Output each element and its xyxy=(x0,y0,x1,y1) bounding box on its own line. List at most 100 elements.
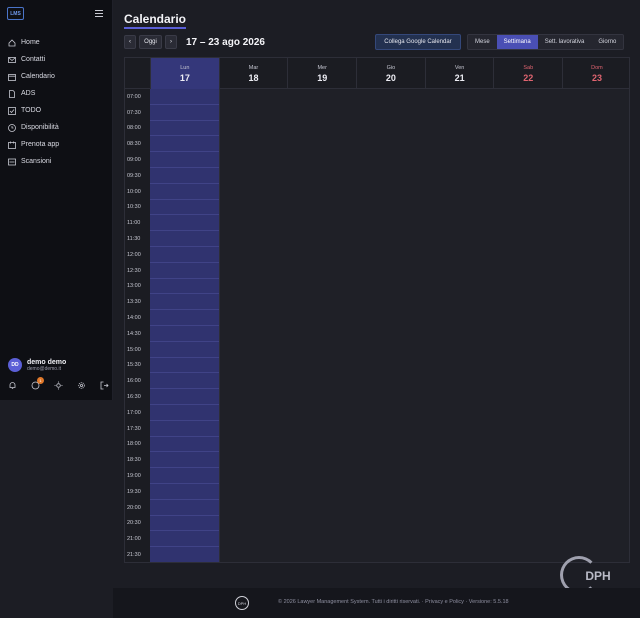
time-slot[interactable] xyxy=(150,200,219,216)
time-slot[interactable] xyxy=(150,184,219,200)
day-header-fri[interactable]: Ven 21 xyxy=(424,58,494,89)
time-slot[interactable] xyxy=(150,263,219,279)
page-title: Calendario xyxy=(124,12,187,29)
time-slot[interactable] xyxy=(150,547,219,562)
sidebar-item-ads[interactable]: ADS xyxy=(0,85,113,102)
day-date: 21 xyxy=(454,72,465,83)
menu-toggle-icon[interactable] xyxy=(95,10,103,17)
view-week[interactable]: Settimana xyxy=(496,35,538,49)
day-header-mon[interactable]: Lun 17 xyxy=(150,58,219,89)
day-header-sun[interactable]: Dom 23 xyxy=(562,58,629,89)
time-gutter: 07:00 07:30 08:00 08:30 09:00 09:30 10:00 10:30… xyxy=(125,89,150,562)
day-header-sat[interactable]: Sab 22 xyxy=(493,58,562,89)
sidebar-actions: 1 xyxy=(8,377,123,390)
next-week-button[interactable]: › xyxy=(165,35,177,49)
week-body[interactable] xyxy=(219,89,629,562)
day-header-thu[interactable]: Gio 20 xyxy=(356,58,425,89)
time-slot[interactable] xyxy=(150,231,219,247)
view-day[interactable]: Giorno xyxy=(591,35,623,49)
sidebar-item-calendario[interactable]: Calendario xyxy=(0,68,113,85)
time-slot[interactable] xyxy=(150,500,219,516)
clock-icon xyxy=(8,123,16,132)
time-slot[interactable] xyxy=(150,279,219,295)
time-slot[interactable] xyxy=(150,421,219,437)
day-date: 23 xyxy=(591,72,602,83)
time-slot[interactable] xyxy=(150,294,219,311)
notification-badge: 1 xyxy=(37,377,44,384)
time-slot[interactable] xyxy=(150,89,219,105)
user-profile[interactable]: DD demo demo demo@demo.it xyxy=(8,358,66,372)
time-gutter-header xyxy=(125,58,150,89)
time-label: 17:00 xyxy=(127,409,141,416)
sidebar-item-contatti[interactable]: Contatti xyxy=(0,51,113,68)
day-header-wed[interactable]: Mer 19 xyxy=(287,58,356,89)
time-slot[interactable] xyxy=(150,247,219,263)
time-label: 18:00 xyxy=(127,441,141,448)
footer-text: © 2026 Lawyer Management System. Tutti i… xyxy=(278,599,509,605)
day-date: 18 xyxy=(248,72,259,83)
time-slot[interactable] xyxy=(150,168,219,184)
time-slot[interactable] xyxy=(150,215,219,232)
sidebar-item-home[interactable]: Home xyxy=(0,34,113,51)
time-label: 19:00 xyxy=(127,473,141,480)
sidebar-item-todo[interactable]: TODO xyxy=(0,102,113,119)
home-icon xyxy=(8,38,16,47)
time-slot[interactable] xyxy=(150,136,219,153)
time-label: 09:00 xyxy=(127,157,141,164)
google-calendar-button[interactable]: Collega Google Calendar xyxy=(375,34,461,50)
time-label: 07:00 xyxy=(127,93,141,100)
prev-week-button[interactable]: ‹ xyxy=(124,35,136,49)
time-slot[interactable] xyxy=(150,437,219,453)
time-label: 07:30 xyxy=(127,109,141,116)
sidebar-item-disponibilita[interactable]: Disponibilità xyxy=(0,119,113,136)
time-slot[interactable] xyxy=(150,516,219,532)
time-slot[interactable] xyxy=(150,152,219,168)
gear-icon[interactable] xyxy=(77,381,86,390)
day-name: Gio xyxy=(386,64,396,71)
activity-icon[interactable]: 1 xyxy=(31,377,44,390)
time-slot[interactable] xyxy=(150,468,219,484)
time-label: 11:00 xyxy=(127,220,141,227)
time-slot[interactable] xyxy=(150,452,219,469)
time-label: 21:30 xyxy=(127,552,141,558)
time-slot[interactable] xyxy=(150,531,219,548)
time-label: 14:30 xyxy=(127,330,141,337)
day-name: Sab xyxy=(523,64,534,71)
day-date: 22 xyxy=(523,72,534,83)
today-column[interactable] xyxy=(150,89,219,562)
calendar-header-row: Lun 17 Mar 18 Mer 19 Gio 20 Ven 21 Sab 22 Dom 2… xyxy=(125,58,629,89)
week-calendar: Lun 17 Mar 18 Mer 19 Gio 20 Ven 21 Sab 22 Dom 2… xyxy=(124,57,630,563)
app-logo[interactable]: LMS xyxy=(7,7,24,20)
day-header-tue[interactable]: Mar 18 xyxy=(218,58,288,89)
time-label: 13:00 xyxy=(127,283,141,290)
time-slot[interactable] xyxy=(150,358,219,374)
logout-icon[interactable] xyxy=(100,381,109,390)
time-slot[interactable] xyxy=(150,342,219,358)
user-name: demo demo xyxy=(27,358,67,366)
file-icon xyxy=(8,89,16,98)
time-slot[interactable] xyxy=(150,326,219,342)
view-workweek[interactable]: Sett. lavorativa xyxy=(538,35,592,49)
day-name: Ven xyxy=(454,64,465,71)
time-slot[interactable] xyxy=(150,105,219,121)
time-label: 10:00 xyxy=(127,188,141,195)
sidebar-item-prenota-app[interactable]: Prenota app xyxy=(0,136,113,153)
time-slot[interactable] xyxy=(150,389,219,405)
sidebar-item-label: Calendario xyxy=(21,73,55,80)
time-label: 12:30 xyxy=(127,267,141,274)
day-date: 20 xyxy=(385,72,396,83)
sidebar-item-scansioni[interactable]: Scansioni xyxy=(0,153,113,170)
day-date: 17 xyxy=(179,72,190,83)
theme-sun-icon[interactable] xyxy=(54,381,63,390)
time-slot[interactable] xyxy=(150,484,219,500)
time-slot[interactable] xyxy=(150,405,219,421)
time-slot[interactable] xyxy=(150,373,219,390)
time-slot[interactable] xyxy=(150,310,219,326)
footer: DPH © 2026 Lawyer Management System. Tut… xyxy=(113,588,640,618)
calendar-icon xyxy=(8,73,16,81)
time-label: 18:30 xyxy=(127,457,141,464)
time-slot[interactable] xyxy=(150,121,219,137)
today-button[interactable]: Oggi xyxy=(139,35,162,49)
view-month[interactable]: Mese xyxy=(468,35,497,49)
bell-icon[interactable] xyxy=(8,381,17,390)
